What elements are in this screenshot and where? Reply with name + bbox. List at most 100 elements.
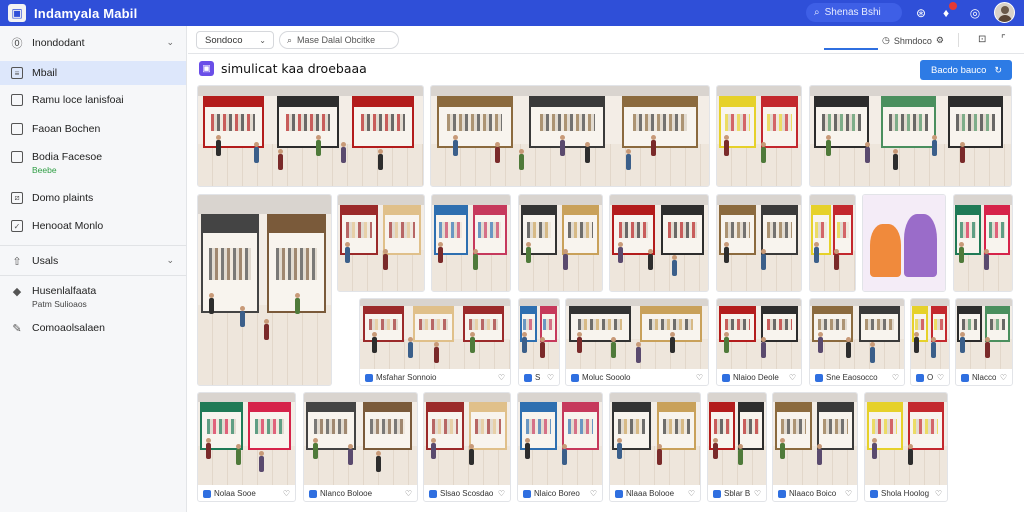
primary-action-button[interactable]: Bacdo bauco ↻ [920,60,1012,80]
sidebar-item-0[interactable]: ⓪ Inondodant ⌄ [0,37,186,57]
image-card[interactable] [609,194,709,292]
card-thumbnail[interactable] [518,393,602,485]
image-card[interactable]: Slsao Scosdao ♡ [423,392,511,502]
notification-icon[interactable]: ♦ [937,2,957,22]
card-thumbnail[interactable] [338,195,424,291]
image-card[interactable] [953,194,1013,292]
store-sign [623,98,696,107]
sidebar-item-9[interactable]: ✎ Comoaolsalaen [0,322,186,342]
help-icon[interactable]: ⊛ [912,4,930,22]
card-thumbnail[interactable] [198,393,295,485]
clothing-rack [255,419,285,434]
image-card[interactable]: Shola Hoolog ♡ [864,392,948,502]
chevron-down-icon[interactable]: ⌄ [166,37,174,48]
expand-icon[interactable]: ⌜ [1001,34,1006,45]
image-card[interactable] [431,194,511,292]
image-card[interactable] [518,194,603,292]
image-card[interactable] [809,194,856,292]
card-thumbnail[interactable] [708,393,766,485]
card-thumbnail[interactable] [360,299,510,369]
image-card[interactable] [716,194,802,292]
image-card[interactable] [430,85,710,187]
favorite-icon[interactable]: ♡ [590,489,597,498]
sidebar-item-1[interactable]: ≡ Mbail [0,61,186,85]
sidebar-item-8[interactable]: ◆ Husenlalfaata Patm Sulioaos [0,285,186,315]
favorite-icon[interactable]: ♡ [892,373,899,382]
favorite-icon[interactable]: ♡ [547,373,554,382]
image-card[interactable]: Sblar Bolooo ♡ [707,392,767,502]
image-card[interactable] [716,85,802,187]
image-card[interactable]: Sne Eaosocco ♡ [809,298,905,386]
image-card[interactable] [337,194,425,292]
image-card[interactable]: Moluc Sooolo ♡ [565,298,709,386]
apps-icon[interactable]: ◎ [966,4,984,22]
image-card[interactable] [862,194,946,292]
avatar[interactable] [994,2,1015,23]
favorite-icon[interactable]: ♡ [688,489,695,498]
card-thumbnail[interactable] [773,393,857,485]
favorite-icon[interactable]: ♡ [498,373,505,382]
favorite-icon[interactable]: ♡ [283,489,290,498]
image-card[interactable]: Ohaa Yoahoe ♡ [910,298,950,386]
card-thumbnail[interactable] [424,393,510,485]
card-thumbnail[interactable] [519,195,602,291]
card-thumbnail[interactable] [431,86,709,186]
status-filter[interactable]: ◷ Shmdoco ⚙ [882,35,944,46]
image-card[interactable]: Nlaico Boreo ♡ [517,392,603,502]
image-card[interactable]: Nlaaa Bolooe ♡ [609,392,701,502]
app-logo-icon[interactable]: ▣ [8,4,26,22]
card-thumbnail[interactable] [610,195,708,291]
layout-icon[interactable]: ⊡ [978,34,986,45]
image-card[interactable]: S S SS Chiuts ♡ [518,298,560,386]
sidebar-item-3[interactable]: Faoan Bochen [0,123,186,143]
image-card[interactable] [197,194,332,386]
image-card[interactable]: Nlanco Bolooe ♡ [303,392,418,502]
chevron-down-icon[interactable]: ⌄ [166,255,174,266]
card-thumbnail[interactable] [304,393,417,485]
mall-floor [717,144,801,186]
favorite-icon[interactable]: ♡ [498,489,505,498]
image-card[interactable]: Nlaaco Boico ♡ [772,392,858,502]
sidebar-item-6[interactable]: ✓ Henooat Monlo [0,220,186,240]
card-thumbnail[interactable] [956,299,1012,369]
favorite-icon[interactable]: ♡ [935,489,942,498]
card-thumbnail[interactable] [566,299,708,369]
search-input[interactable]: ⌕ Mase Dalal Obcitke [279,31,399,49]
card-thumbnail[interactable] [432,195,510,291]
shopper-figure [611,336,617,358]
favorite-icon[interactable]: ♡ [696,373,703,382]
card-thumbnail[interactable] [954,195,1012,291]
sidebar-item-5[interactable]: ⧄ Domo plaints [0,192,186,212]
top-search-field[interactable]: ⌕ Shenas Bshi [806,3,902,22]
card-thumbnail[interactable] [810,86,1011,186]
card-thumbnail[interactable] [610,393,700,485]
card-thumbnail[interactable] [717,299,801,369]
image-card[interactable] [197,85,424,187]
favorite-icon[interactable]: ♡ [789,373,796,382]
card-thumbnail[interactable] [519,299,559,369]
store-sign [909,404,942,413]
sort-select[interactable]: Sondoco ⌄ [196,31,274,49]
sidebar-item-2[interactable]: Ramu loce lanisfoai [0,94,186,114]
card-thumbnail[interactable] [865,393,947,485]
image-card[interactable] [809,85,1012,187]
favorite-icon[interactable]: ♡ [937,373,944,382]
card-thumbnail[interactable] [198,86,423,186]
image-card[interactable]: Msfahar Sonnoio ♡ [359,298,511,386]
favorite-icon[interactable]: ♡ [1000,373,1007,382]
card-thumbnail[interactable] [717,86,801,186]
sidebar-item-4[interactable]: Bodia Facesoe Beebe [0,151,186,181]
image-card[interactable]: Nlaioo Deole ♡ [716,298,802,386]
card-thumbnail[interactable] [810,195,855,291]
favorite-icon[interactable]: ♡ [845,489,852,498]
card-thumbnail[interactable] [863,195,945,291]
favorite-icon[interactable]: ♡ [405,489,412,498]
image-card[interactable]: Nlacco Delco ♡ [955,298,1013,386]
favorite-icon[interactable]: ♡ [754,489,761,498]
card-thumbnail[interactable] [198,195,331,385]
card-thumbnail[interactable] [911,299,949,369]
sidebar-item-7[interactable]: ⇧ Usals ⌄ [0,255,186,275]
image-card[interactable]: Nolaa Sooe ♡ [197,392,296,502]
card-thumbnail[interactable] [717,195,801,291]
card-thumbnail[interactable] [810,299,904,369]
